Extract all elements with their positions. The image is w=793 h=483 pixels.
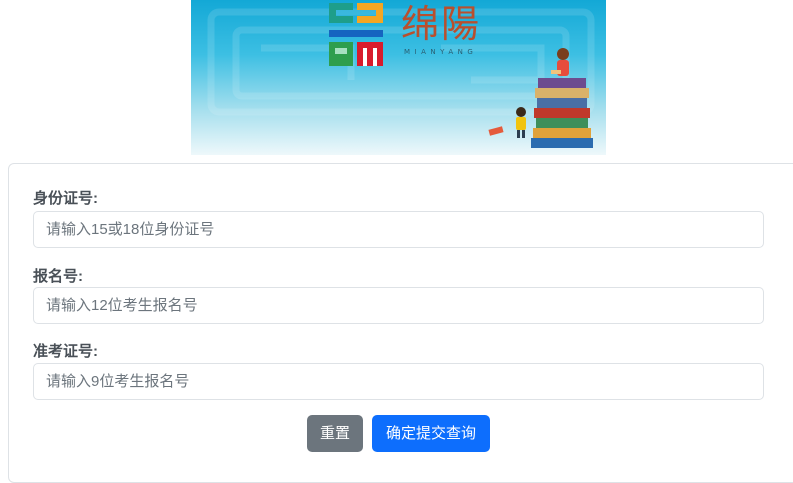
registration-number-label: 报名号:: [33, 268, 83, 285]
id-number-label: 身份证号:: [33, 190, 98, 207]
open-book-icon: [488, 126, 504, 136]
admission-ticket-input[interactable]: [33, 363, 764, 400]
admission-ticket-label: 准考证号:: [33, 343, 98, 360]
banner-image: 绵陽 MIANYANG: [191, 0, 606, 155]
logo-text: 绵陽: [401, 2, 482, 46]
reading-children-illustration: [488, 48, 593, 148]
logo-subtitle: MIANYANG: [404, 48, 478, 56]
girl-reading-icon: [551, 48, 569, 76]
id-number-input[interactable]: [33, 211, 764, 248]
mianyang-logo-icon: [329, 3, 383, 66]
registration-number-input[interactable]: [33, 287, 764, 324]
boy-reading-icon: [516, 107, 526, 138]
book-stack-icon: [531, 78, 593, 148]
submit-query-button[interactable]: 确定提交查询: [372, 415, 490, 452]
reset-button[interactable]: 重置: [307, 415, 363, 452]
